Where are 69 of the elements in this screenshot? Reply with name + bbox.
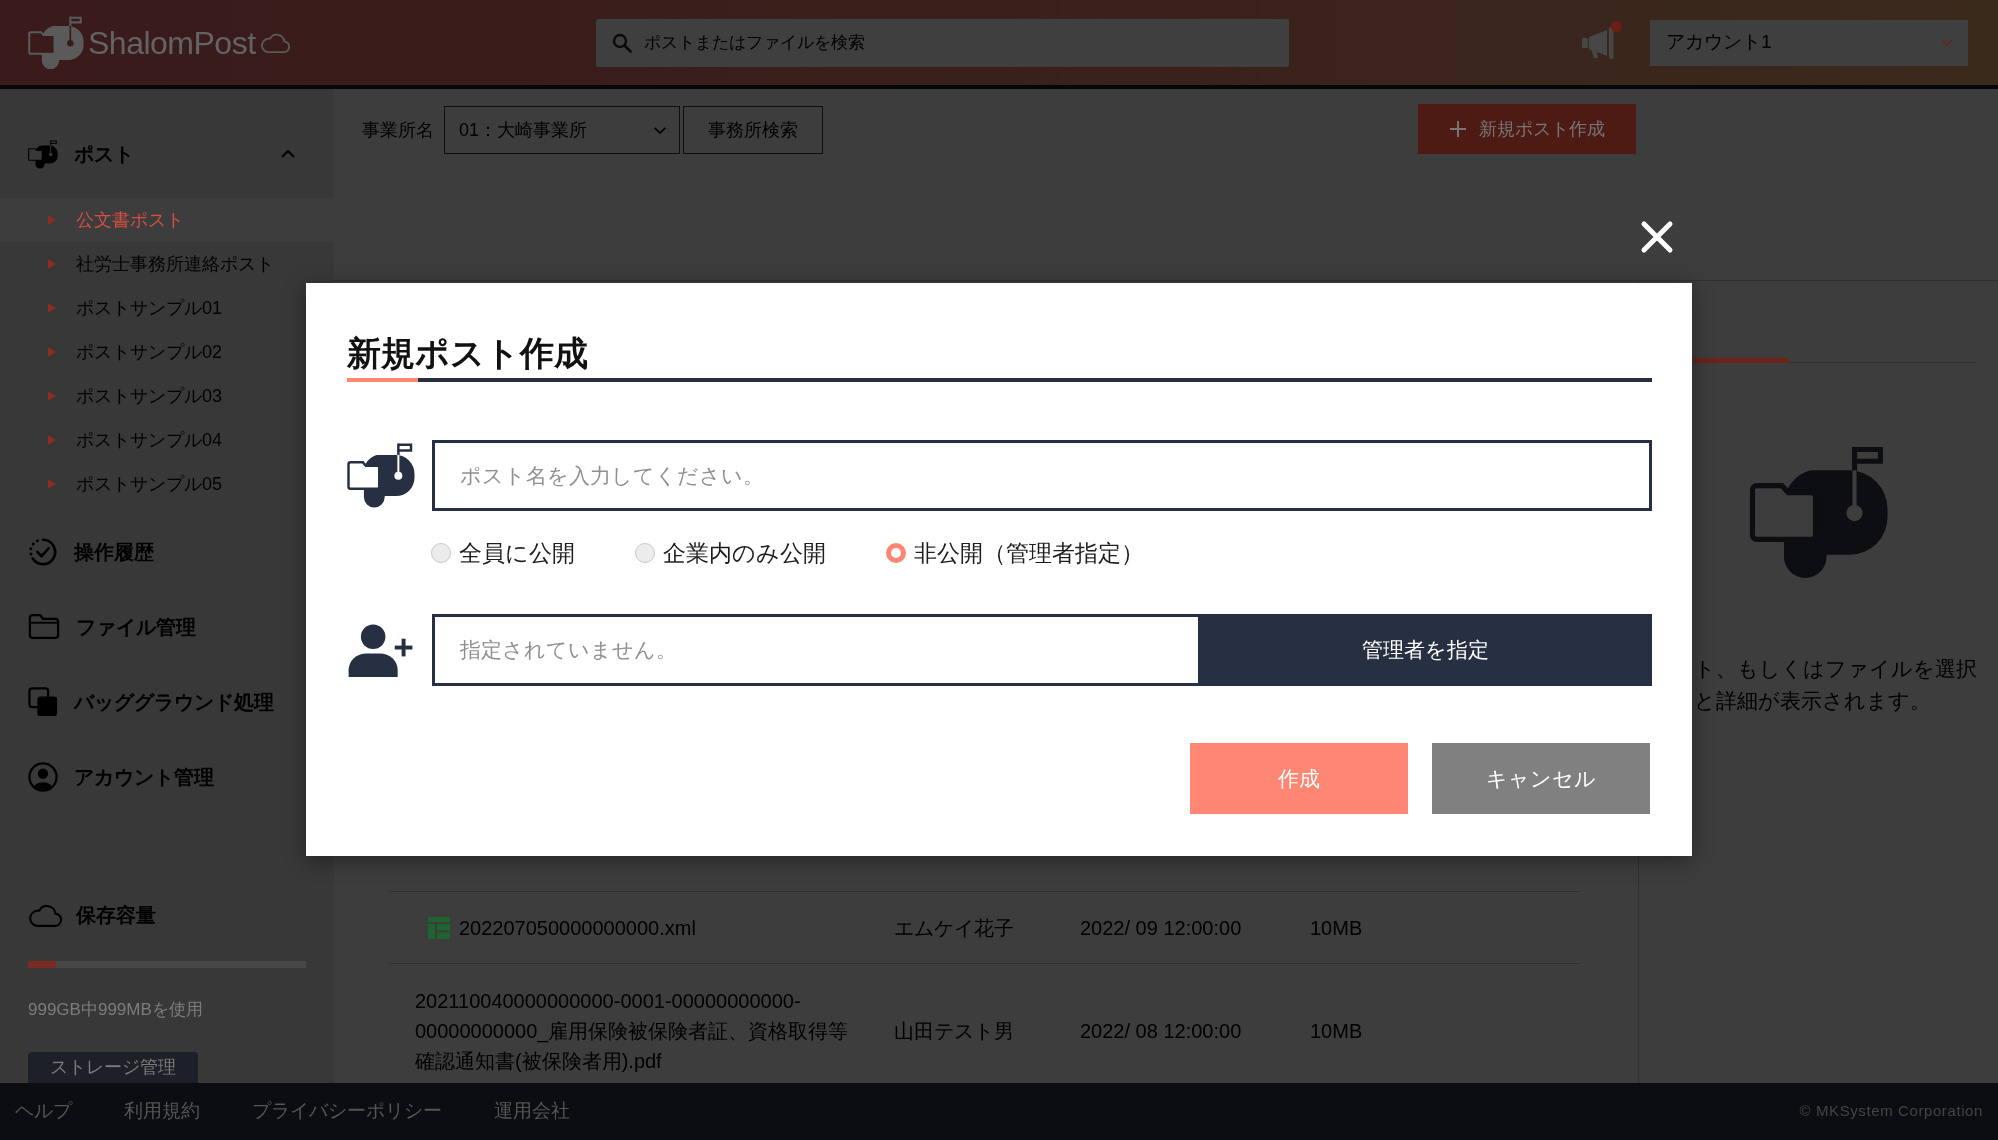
storage-button[interactable]: ストレージ管理 [28,1052,198,1083]
cancel-button[interactable]: キャンセル [1432,743,1650,814]
nav-item[interactable]: バッググラウンド処理 [74,686,274,717]
search-icon [612,32,632,53]
plus-icon [1449,120,1467,138]
file-name[interactable]: 202207050000000000.xml [459,912,696,943]
account-icon [28,761,58,792]
layers-icon [28,686,58,717]
radio-button[interactable] [431,543,451,563]
post-name-input[interactable]: ポスト名を入力してください。 [432,440,1652,511]
file-owner: エムケイ花子 [894,915,1015,941]
radio-label: 全員に公開 [459,538,575,568]
storage-label: 保存容量 [76,903,156,928]
office-search-button[interactable]: 事務所検索 [683,106,823,154]
account-select[interactable]: アカウント1 [1650,19,1968,66]
person-add-icon [347,623,415,677]
nav-item[interactable]: ファイル管理 [76,611,196,642]
search-field[interactable]: ポストまたはファイルを検索 [596,18,1289,67]
office-select[interactable]: 01：大崎事業所 [444,106,680,154]
detail-message: と詳細が表示されます。 [1694,688,1932,714]
radio-label: 企業内のみ公開 [663,538,826,568]
triangle-icon [48,303,56,313]
triangle-icon [48,391,56,401]
footer-link[interactable]: 運用会社 [494,1097,570,1126]
file-owner: 山田テスト男 [894,1019,1015,1044]
nav-item[interactable]: ポスト [74,139,134,169]
triangle-icon [48,259,56,269]
mailbox-icon [28,139,58,169]
file-name[interactable]: 202110040000000000-0001-00000000000-00000000000_雇用保険被保険者証、資格取得等確認通知書(被保険者用).pdf [415,986,855,1076]
brand-name: ShalomPost [88,26,256,59]
assign-admin-button[interactable]: 管理者を指定 [1198,614,1652,686]
footer-link[interactable]: ヘルプ [15,1097,72,1126]
mailbox-icon [1749,446,1889,579]
detail-message: ト、もしくはファイルを選択 [1694,656,1977,682]
spreadsheet-icon [428,916,450,939]
mailbox-icon [347,443,415,508]
create-button[interactable]: 作成 [1190,743,1408,814]
radio-label: 非公開（管理者指定） [914,538,1144,568]
history-icon [28,536,58,567]
sub-nav-item[interactable]: 公文書ポスト [0,198,334,242]
caret-icon [653,125,667,135]
file-date: 2022/ 09 12:00:00 [1080,915,1243,941]
admin-input[interactable]: 指定されていません。 [432,614,1198,686]
radio-button[interactable] [886,543,906,563]
file-size: 10MB [1310,915,1364,941]
close-icon[interactable] [1640,220,1674,254]
copyright-text: © MKSystem Corporation [1799,1101,1983,1122]
nav-item[interactable]: 操作履歴 [74,536,154,567]
new-post-button[interactable]: 新規ポスト作成 [1418,104,1636,154]
nav-item[interactable]: アカウント管理 [74,761,214,792]
file-date: 2022/ 08 12:00:00 [1080,1019,1243,1044]
triangle-icon [48,435,56,445]
file-size: 10MB [1310,1019,1364,1044]
triangle-icon [48,479,56,489]
footer-link[interactable]: プライバシーポリシー [252,1097,442,1126]
cloud-icon [28,902,62,928]
chevron-up-icon[interactable] [280,149,296,159]
megaphone-icon[interactable] [1580,26,1616,59]
caret-icon [1940,38,1954,47]
triangle-icon [48,347,56,357]
cloud-icon [259,31,290,54]
office-label: 事業所名 [362,118,434,142]
radio-button[interactable] [635,543,655,563]
dialog-title: 新規ポスト作成 [347,333,588,374]
folder-icon [28,613,60,640]
triangle-icon [48,215,56,225]
mailbox-icon [28,15,84,70]
storage-usage: 999GB中999MBを使用 [28,999,204,1021]
footer-link[interactable]: 利用規約 [124,1097,200,1126]
